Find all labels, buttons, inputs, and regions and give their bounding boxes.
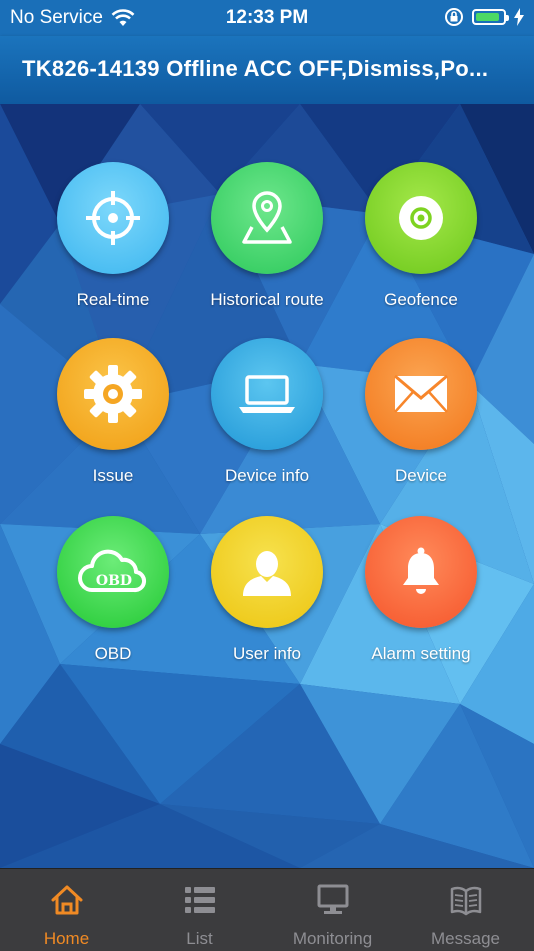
charging-bolt-icon <box>514 8 524 26</box>
list-icon <box>184 887 215 913</box>
tab-list[interactable]: List <box>133 869 266 951</box>
tab-bar: Home List Monitoring Message <box>0 868 534 951</box>
menu-label: OBD <box>94 644 132 663</box>
user-icon <box>243 551 291 596</box>
status-bar: No Service 12:33 PM <box>0 0 534 36</box>
menu-label: Device info <box>224 466 310 485</box>
issue-button[interactable] <box>57 338 169 450</box>
monitor-icon <box>317 884 348 914</box>
tab-label: Monitoring <box>292 929 373 948</box>
real-time-button[interactable] <box>57 162 169 274</box>
device-button[interactable] <box>365 338 477 450</box>
menu-item-user-info[interactable]: User info <box>190 516 344 664</box>
page-title: TK826-14139 Offline ACC OFF,Dismiss,Po..… <box>22 56 489 81</box>
geofence-button[interactable] <box>365 162 477 274</box>
historical-route-button[interactable] <box>211 162 323 274</box>
menu-item-device[interactable]: Device <box>344 338 498 486</box>
svg-text:OBD: OBD <box>96 573 132 589</box>
menu-label: User info <box>232 644 302 663</box>
title-bar: TK826-14139 Offline ACC OFF,Dismiss,Po..… <box>0 36 534 104</box>
device-info-button[interactable] <box>211 338 323 450</box>
tab-message[interactable]: Message <box>399 869 532 951</box>
home-icon <box>51 885 82 915</box>
menu-label: Real-time <box>76 290 150 309</box>
book-icon <box>450 886 481 916</box>
tab-monitoring[interactable]: Monitoring <box>266 869 399 951</box>
menu-item-issue[interactable]: Issue <box>36 338 190 486</box>
tab-label: Message <box>431 929 500 948</box>
alarm-setting-button[interactable] <box>365 516 477 628</box>
crosshair-icon <box>86 191 140 245</box>
bell-icon <box>403 547 439 594</box>
menu-item-geofence[interactable]: Geofence <box>344 162 498 310</box>
laptop-icon <box>239 375 295 413</box>
menu-grid: Real-time Historical route Geofence Issu… <box>0 104 534 868</box>
battery-icon <box>472 9 509 25</box>
obd-cloud-icon: OBD <box>78 549 146 593</box>
tab-home[interactable]: Home <box>0 869 133 951</box>
obd-button[interactable]: OBD <box>57 516 169 628</box>
menu-item-real-time[interactable]: Real-time <box>36 162 190 310</box>
menu-label: Device <box>395 466 447 485</box>
geofence-icon <box>399 196 443 240</box>
menu-item-obd[interactable]: OBD OBD <box>36 516 190 664</box>
menu-item-device-info[interactable]: Device info <box>190 338 344 486</box>
tab-label: List <box>186 929 213 948</box>
menu-item-historical-route[interactable]: Historical route <box>190 162 344 310</box>
tab-label: Home <box>43 929 90 948</box>
envelope-icon <box>394 374 448 413</box>
map-pin-icon <box>242 191 292 244</box>
rotation-lock-icon <box>445 8 463 26</box>
user-info-button[interactable] <box>211 516 323 628</box>
menu-label: Historical route <box>210 290 324 309</box>
gear-icon <box>84 365 142 423</box>
menu-label: Alarm setting <box>371 644 471 663</box>
menu-item-alarm-setting[interactable]: Alarm setting <box>344 516 498 664</box>
menu-label: Geofence <box>384 290 458 309</box>
menu-label: Issue <box>92 466 134 485</box>
